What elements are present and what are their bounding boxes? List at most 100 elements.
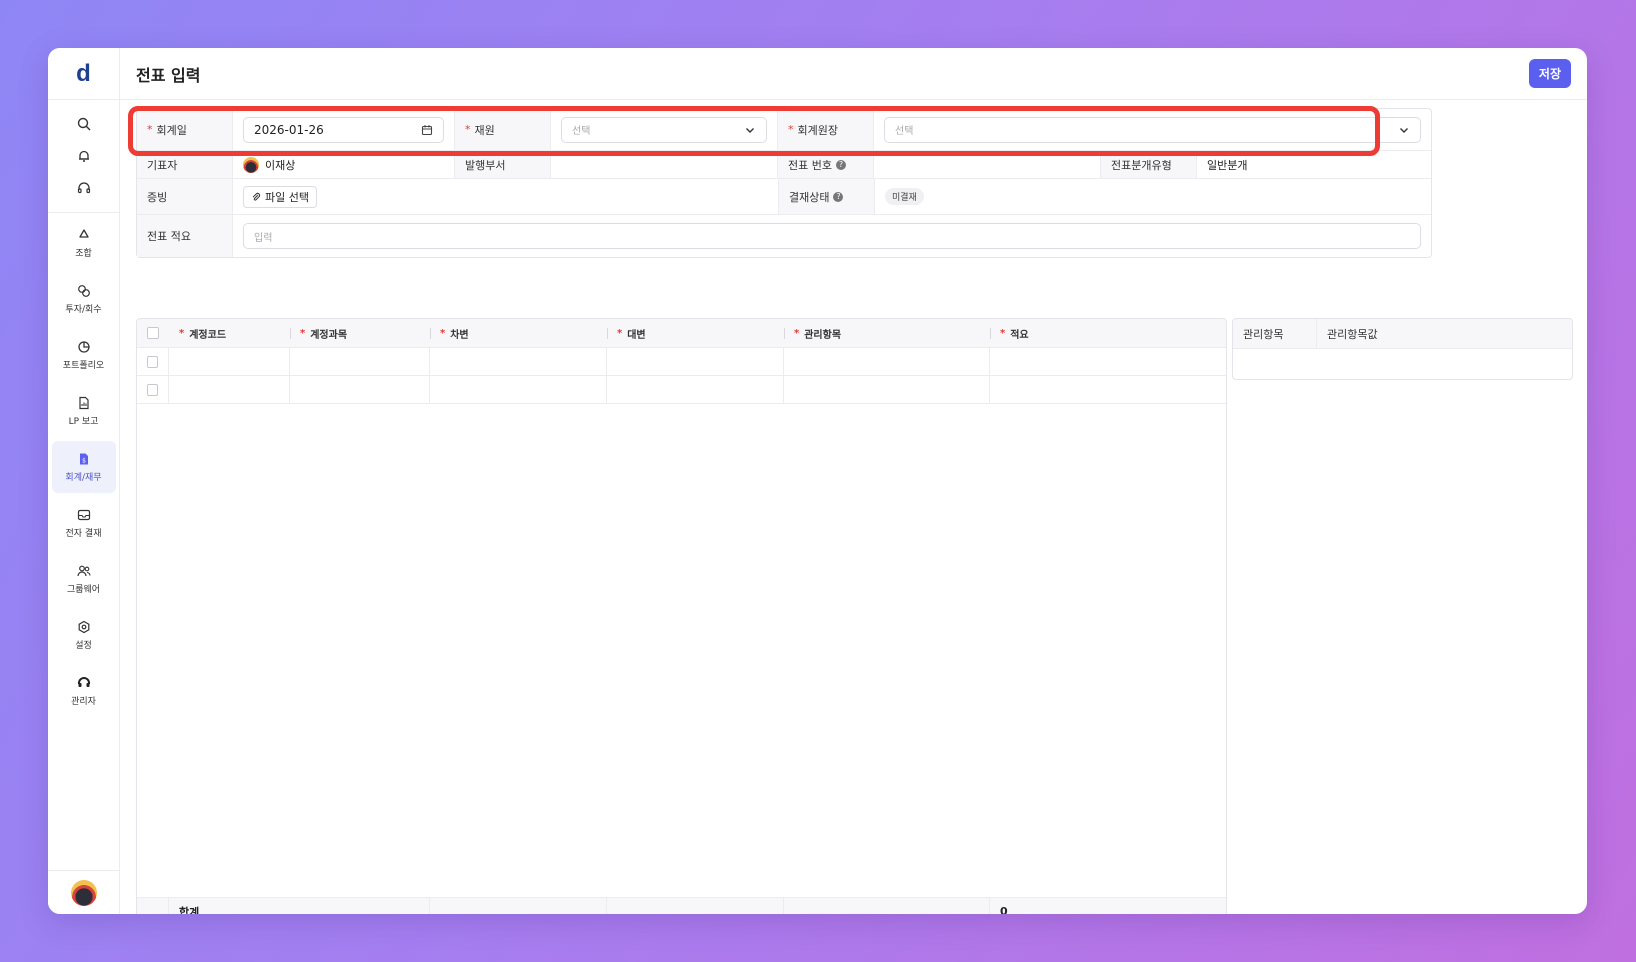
row-check-cell — [137, 376, 169, 403]
cell-summary[interactable] — [990, 348, 1226, 375]
avatar — [243, 156, 259, 173]
fund-cell: 선택 — [551, 109, 778, 150]
sidebar-item-investment[interactable]: 투자/회수 — [52, 273, 116, 325]
users-icon — [76, 565, 91, 576]
cell-management-item[interactable] — [784, 376, 990, 403]
evidence-cell: 파일 선택 — [233, 179, 779, 214]
svg-text:$: $ — [82, 457, 86, 464]
headset-icon[interactable] — [48, 172, 119, 204]
finance-doc-icon: $ — [79, 453, 88, 464]
approval-label: 결재상태? — [779, 179, 875, 214]
fund-select[interactable]: 선택 — [561, 116, 767, 143]
calendar-icon[interactable] — [421, 124, 433, 136]
sidebar-item-lp-report[interactable]: LP 보고 — [52, 385, 116, 437]
sidebar-item-union[interactable]: 조합 — [52, 217, 116, 269]
voucher-type-label: 전표분개유형 — [1101, 151, 1197, 178]
cell-account-title[interactable] — [290, 348, 430, 375]
cell-account-code[interactable] — [169, 376, 290, 403]
sidebar-item-label: 투자/회수 — [65, 304, 102, 315]
col-debit[interactable]: * 차변 — [430, 319, 607, 347]
ledger-label: * 회계원장 — [778, 109, 874, 150]
search-icon[interactable] — [48, 108, 119, 140]
recycle-icon — [78, 228, 89, 238]
avatar[interactable] — [71, 879, 97, 906]
col-account-title[interactable]: * 계정과목 — [290, 319, 430, 347]
summary-input[interactable]: 입력 — [243, 223, 1421, 249]
help-icon[interactable]: ? — [835, 159, 846, 170]
chevron-down-icon — [746, 127, 754, 133]
side-empty-row — [1233, 349, 1572, 379]
cell-account-code[interactable] — [169, 348, 290, 375]
cell-debit[interactable] — [430, 376, 607, 403]
save-button[interactable]: 저장 — [1528, 59, 1571, 88]
col-account-code[interactable]: * 계정코드 — [169, 319, 290, 347]
ledger-select[interactable]: 선택 — [884, 116, 1421, 143]
sidebar-top-icons — [48, 100, 119, 213]
cell-credit[interactable] — [607, 376, 784, 403]
help-icon[interactable]: ? — [833, 191, 844, 202]
coins-icon — [77, 284, 90, 297]
table-row[interactable] — [137, 348, 1226, 376]
management-item-table: 관리항목 관리항목값 — [1232, 318, 1573, 380]
evidence-label: 증빙 — [137, 179, 233, 214]
page-title: 전표 입력 — [136, 65, 201, 85]
sidebar-item-groupware[interactable]: 그룹웨어 — [52, 553, 116, 605]
inbox-icon — [77, 509, 90, 520]
col-management-item-value: 관리항목값 — [1327, 327, 1378, 341]
accounting-date-label: * 회계일 — [137, 109, 233, 150]
app-logo[interactable]: d — [48, 48, 119, 100]
side-header: 관리항목 관리항목값 — [1233, 319, 1572, 349]
cell-summary[interactable] — [990, 376, 1226, 403]
writer-cell: 이재상 — [233, 151, 455, 178]
report-icon — [78, 396, 89, 409]
accounting-date-cell: 2026-01-26 — [233, 109, 455, 150]
summary-label: 전표 적요 — [137, 215, 233, 257]
row-checkbox[interactable] — [147, 355, 158, 368]
cell-account-title[interactable] — [290, 376, 430, 403]
approval-cell: 미결재 — [875, 179, 1431, 214]
chevron-down-icon — [1400, 127, 1408, 133]
footer-blank — [137, 898, 169, 914]
form-row-info: 기표자 이재상 발행부서 전표 번호? 전표분개유형 일반분개 — [137, 151, 1431, 179]
cell-management-item[interactable] — [784, 348, 990, 375]
paperclip-icon — [252, 192, 261, 201]
pie-chart-icon — [77, 340, 90, 353]
sidebar-item-admin[interactable]: 관리자 — [52, 665, 116, 717]
footer-total-value: 0 — [1000, 905, 1008, 914]
form-row-required: * 회계일 2026-01-26 * 재원 선택 * 회계원장 선택 — [137, 109, 1431, 151]
page-header: 전표 입력 저장 — [120, 48, 1587, 100]
footer-debit — [430, 898, 607, 914]
sidebar-item-label: 관리자 — [71, 696, 96, 707]
dept-label: 발행부서 — [455, 151, 551, 178]
bell-icon[interactable] — [48, 140, 119, 172]
row-checkbox[interactable] — [147, 383, 158, 396]
accounting-date-input[interactable]: 2026-01-26 — [243, 116, 444, 143]
voucher-type-value: 일반분개 — [1207, 158, 1248, 172]
footer-total-label: 합계 — [169, 898, 430, 914]
col-management-item[interactable]: * 관리항목 — [784, 319, 990, 347]
col-management-item-name: 관리항목 — [1233, 319, 1317, 348]
dept-value — [551, 151, 778, 178]
select-all-checkbox[interactable] — [147, 327, 159, 339]
user-avatar-area — [48, 870, 120, 914]
sidebar-item-label: 조합 — [75, 248, 92, 259]
sidebar: d 조합 투자/회수 포트폴리오 LP 보고 $ 회계/재무 전자 결재 그룹웨… — [48, 48, 120, 914]
sidebar-item-e-approval[interactable]: 전자 결재 — [52, 497, 116, 549]
sidebar-item-label: 전자 결재 — [65, 528, 102, 539]
sidebar-item-settings[interactable]: 설정 — [52, 609, 116, 661]
row-check-cell — [137, 348, 169, 375]
col-summary[interactable]: * 적요 — [990, 319, 1226, 347]
cell-credit[interactable] — [607, 348, 784, 375]
footer-credit — [607, 898, 784, 914]
app-window: d 조합 투자/회수 포트폴리오 LP 보고 $ 회계/재무 전자 결재 그룹웨… — [48, 48, 1587, 914]
sidebar-item-label: 포트폴리오 — [62, 360, 105, 371]
col-credit[interactable]: * 대변 — [607, 319, 784, 347]
sidebar-item-accounting[interactable]: $ 회계/재무 — [51, 441, 116, 493]
voucher-no-value — [874, 151, 1101, 178]
file-select-button[interactable]: 파일 선택 — [243, 185, 317, 208]
sidebar-item-portfolio[interactable]: 포트폴리오 — [52, 329, 116, 381]
cell-debit[interactable] — [430, 348, 607, 375]
sidebar-item-label: 회계/재무 — [65, 472, 102, 483]
ledger-cell: 선택 — [874, 109, 1431, 150]
table-row[interactable] — [137, 376, 1226, 404]
